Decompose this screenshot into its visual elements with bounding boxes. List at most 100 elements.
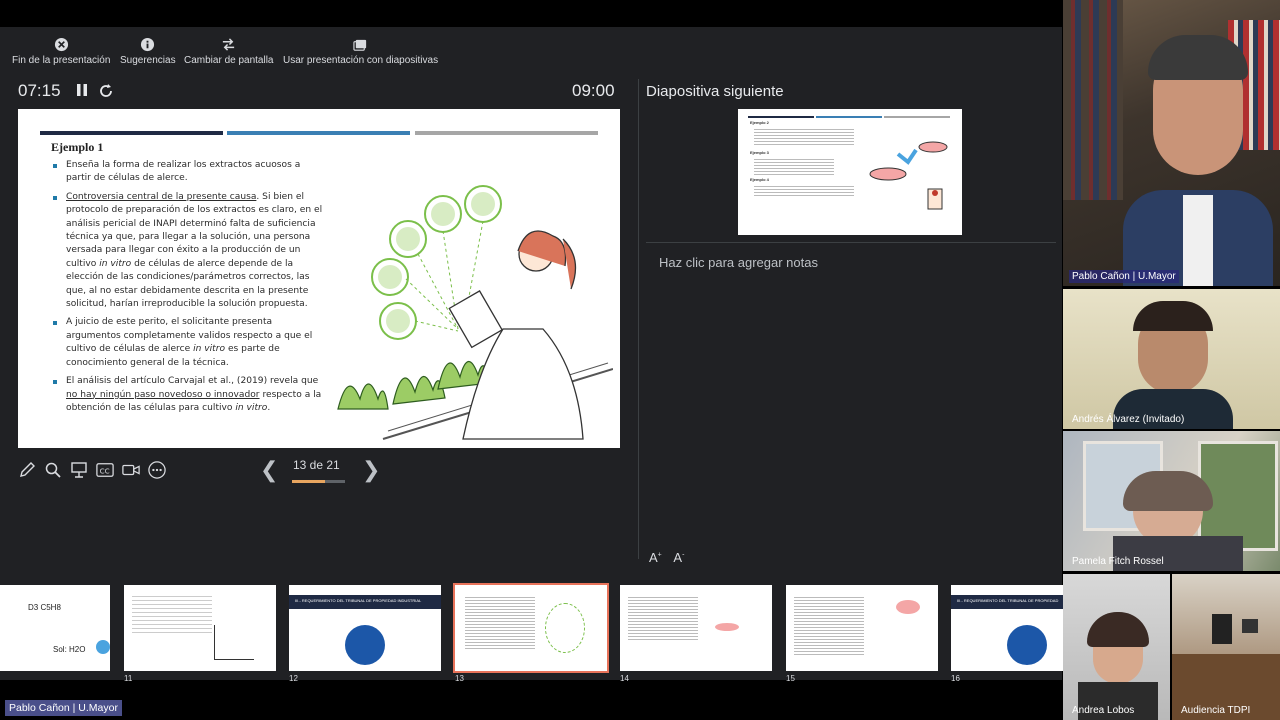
thumb-number: 11 — [124, 674, 133, 683]
speaker-notes-field[interactable]: Haz clic para agregar notas — [659, 255, 818, 270]
bullet-2-underline: Controversia central de la presente caus… — [66, 191, 257, 202]
participant-name: Pablo Cañon | U.Mayor — [1069, 270, 1179, 283]
pause-icon — [77, 84, 87, 96]
pause-button[interactable] — [75, 83, 89, 102]
thumb-text — [794, 595, 864, 655]
next-bar-navy — [748, 116, 814, 118]
bullet-3: A juicio de este perito, el solicitante … — [52, 316, 327, 370]
slide-thumbnail[interactable] — [124, 585, 276, 671]
next-slide-illustration — [869, 141, 948, 210]
zoom-button[interactable] — [44, 461, 62, 479]
thumb-text — [465, 595, 535, 650]
slide-tools: CC — [18, 461, 166, 479]
pen-icon — [20, 462, 35, 477]
decrease-font-button[interactable]: A- — [673, 550, 684, 565]
end-presentation-button[interactable]: Fin de la presentación — [12, 37, 110, 66]
participant-name: Andrés Álvarez (Invitado) — [1072, 414, 1185, 425]
participant-tile[interactable]: Andrés Álvarez (Invitado) — [1063, 289, 1280, 429]
thumb-dish — [896, 600, 920, 614]
reset-timer-button[interactable] — [98, 83, 114, 104]
thumb-number: 13 — [455, 674, 464, 683]
bullet-3-italic: in vitro — [193, 344, 226, 355]
next-bar-gray — [884, 116, 950, 118]
next-slide-label: Diapositiva siguiente — [646, 83, 784, 100]
slide-bullets: Enseña la forma de realizar los extracto… — [52, 159, 327, 420]
next-slide-preview[interactable]: Ejemplo 2 Ejemplo 3 Ejemplo 4 — [738, 109, 962, 235]
thumb-dish — [715, 623, 739, 631]
next-text-2 — [754, 157, 834, 175]
next-slide-button[interactable]: ❯ — [362, 457, 380, 483]
camera-button[interactable] — [122, 461, 140, 479]
font-size-controls: A+ A- — [649, 550, 684, 565]
next-item-3: Ejemplo 4 — [750, 177, 769, 182]
thumb-header-text: III.- REQUERIMIENTO DEL TRIBUNAL DE PROP… — [295, 598, 422, 603]
pen-tool-button[interactable] — [18, 461, 36, 479]
bullet-4-period: . — [267, 402, 271, 413]
thumb-header-text: III.- REQUERIMIENTO DEL TRIBUNAL DE PROP… — [957, 598, 1059, 603]
next-bar-blue — [816, 116, 882, 118]
previous-slide-button[interactable]: ❮ — [260, 457, 278, 483]
next-text-1 — [754, 127, 854, 145]
thumb-number: 15 — [786, 674, 795, 683]
thumb-illustration — [545, 603, 585, 653]
use-slideshow-label: Usar presentación con diapositivas — [283, 55, 439, 66]
thumb-label: Sol: H2O — [53, 645, 86, 654]
switch-screen-label: Cambiar de pantalla — [184, 55, 274, 66]
magnifier-icon — [45, 462, 61, 478]
bookshelf-left — [1063, 0, 1123, 200]
slide-thumbnail[interactable]: III.- REQUERIMIENTO DEL TRIBUNAL DE PROP… — [289, 585, 441, 671]
cc-icon: CC — [96, 463, 114, 477]
switch-screen-button[interactable]: Cambiar de pantalla — [184, 37, 274, 66]
slide-progress — [292, 480, 345, 483]
bullet-4-underline: no hay ningún paso novedoso o innovador — [66, 389, 260, 400]
presenter-toolbar: Fin de la presentación Sugerencias Cambi… — [0, 27, 1062, 69]
slide-progress-fill — [292, 480, 325, 483]
bullet-4: El análisis del artículo Carvajal et al.… — [52, 375, 327, 415]
more-options-button[interactable] — [148, 461, 166, 479]
increase-font-glyph: A — [649, 550, 658, 565]
thumb-text — [132, 593, 212, 633]
participant-name: Audiencia TDPI — [1181, 705, 1251, 716]
thumb-circle-icon — [345, 625, 385, 665]
participant-tile[interactable]: Pamela Fitch Rossel — [1063, 431, 1280, 571]
use-slideshow-button[interactable]: Usar presentación con diapositivas — [283, 37, 438, 66]
elapsed-timer: 07:15 — [18, 81, 61, 100]
bullet-2-italic: in vitro — [99, 258, 132, 269]
bullet-4-text: El análisis del artículo Carvajal et al.… — [66, 376, 319, 387]
presenter-view: Fin de la presentación Sugerencias Cambi… — [0, 27, 1062, 580]
scientist-illustration — [337, 185, 613, 440]
slide-thumbnail-current[interactable] — [453, 583, 609, 673]
participant-shirt — [1183, 195, 1213, 286]
slide-thumbnail[interactable]: D3 C5H8 Sol: H2O — [0, 585, 110, 671]
bullet-1-text: Enseña la forma de realizar los extracto… — [66, 160, 301, 184]
participant-hair — [1087, 612, 1149, 647]
notes-divider — [646, 242, 1056, 243]
slide-filmstrip: D3 C5H8 Sol: H2O III.- REQUERIMIENTO DEL… — [0, 580, 1103, 683]
tips-button[interactable]: Sugerencias — [120, 37, 176, 66]
participant-tile[interactable]: Andrea Lobos — [1063, 574, 1170, 720]
participant-tile[interactable]: Audiencia TDPI — [1172, 574, 1280, 720]
thumb-number: 16 — [951, 674, 960, 683]
participant-tile[interactable]: Pablo Cañon | U.Mayor — [1063, 0, 1280, 286]
laser-pointer-button[interactable] — [70, 461, 88, 479]
slide-counter: 13 de 21 — [293, 458, 340, 472]
current-slide: Ejemplo 1 Enseña la forma de realizar lo… — [18, 109, 620, 448]
video-camera-icon — [122, 464, 140, 476]
slide-header-bar-gray — [415, 131, 598, 135]
increase-font-button[interactable]: A+ — [649, 550, 662, 565]
more-options-icon — [148, 461, 166, 479]
thumb-number: 14 — [620, 674, 629, 683]
info-icon — [141, 37, 155, 52]
svg-text:CC: CC — [100, 467, 110, 476]
subtitles-button[interactable]: CC — [96, 461, 114, 479]
slide-thumbnail[interactable] — [620, 585, 772, 671]
slide-thumbnail[interactable] — [786, 585, 938, 671]
self-view-label: Pablo Cañon | U.Mayor — [5, 700, 122, 716]
slide-header-bar-blue — [227, 131, 410, 135]
decrease-font-glyph: A — [673, 550, 683, 565]
participant-name: Andrea Lobos — [1072, 705, 1135, 716]
participant-hair — [1123, 471, 1213, 511]
close-circle-icon — [54, 37, 68, 52]
next-text-3 — [754, 184, 854, 196]
slide-header-bar-navy — [40, 131, 223, 135]
